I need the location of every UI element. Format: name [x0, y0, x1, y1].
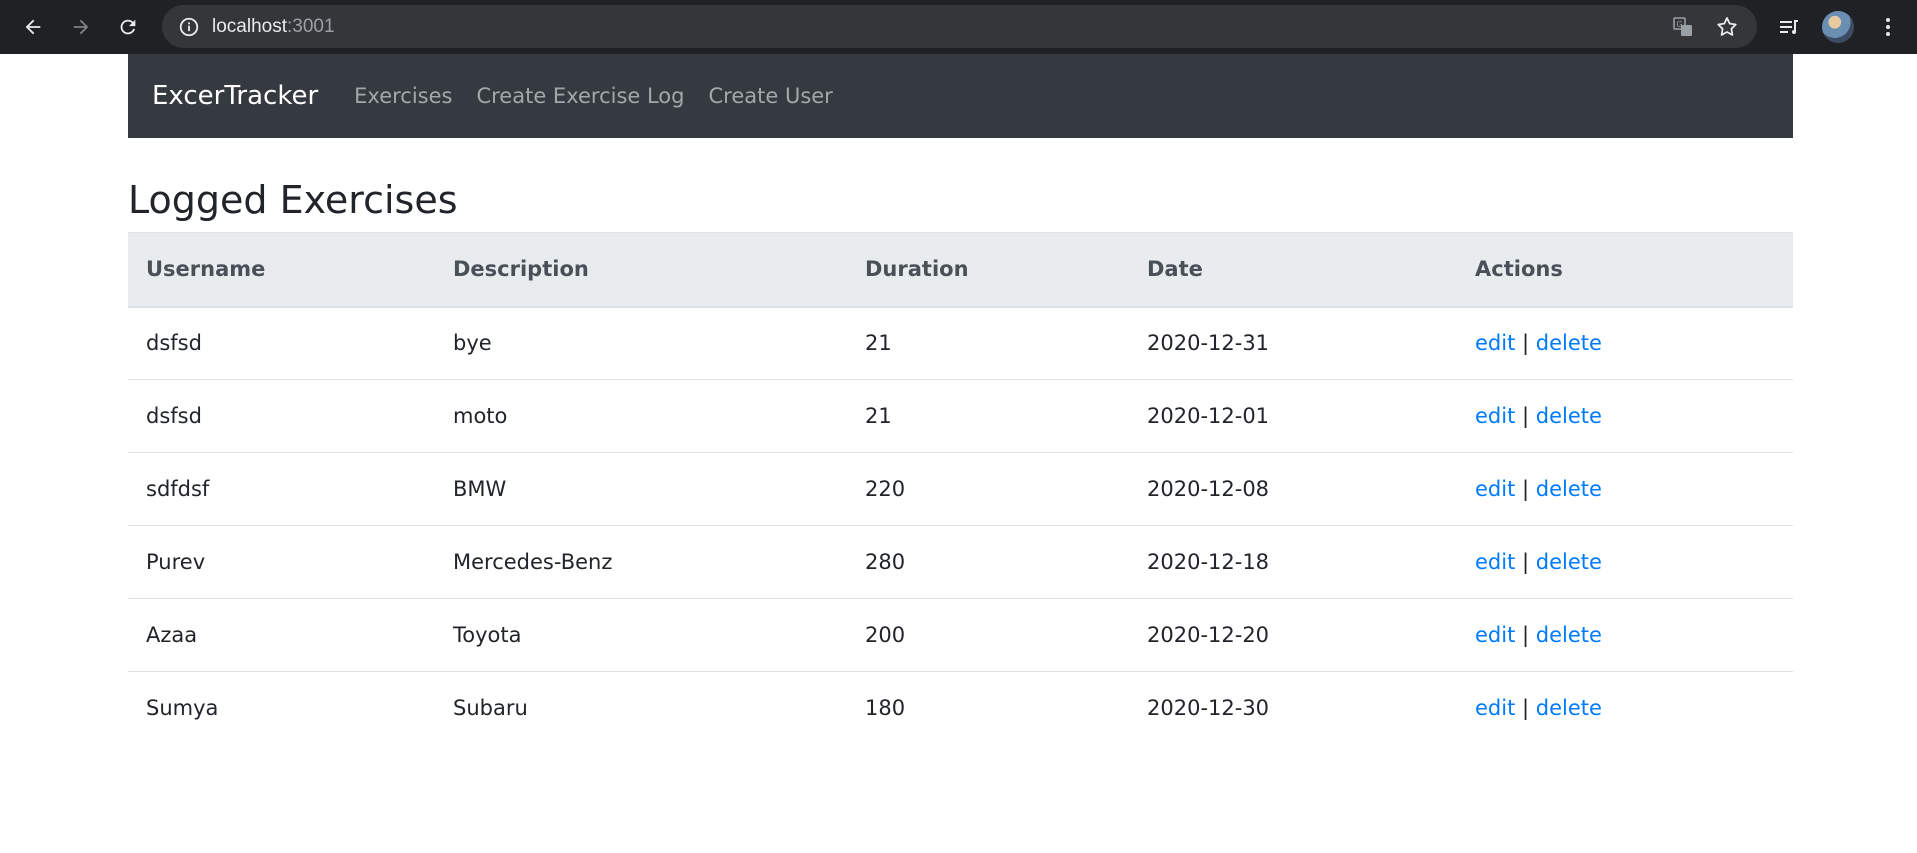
cell-username: Azaa [128, 598, 435, 672]
header-date: Date [1129, 232, 1457, 308]
cell-date: 2020-12-01 [1129, 379, 1457, 453]
cell-duration: 21 [865, 331, 892, 356]
table-body: dsfsd bye 21 2020-12-31 edit | delete ds… [128, 307, 1793, 745]
delete-link[interactable]: delete [1536, 477, 1602, 501]
header-username: Username [128, 232, 435, 308]
action-separator: | [1522, 696, 1530, 721]
cell-date: 2020-12-08 [1129, 452, 1457, 526]
table-row: dsfsd moto 21 2020-12-01 edit | delete [128, 379, 1793, 453]
app-container: ExcerTracker Exercises Create Exercise L… [128, 54, 1793, 745]
cell-duration: 200 [847, 598, 1129, 672]
cell-duration: 280 [847, 525, 1129, 599]
cell-description: moto [435, 379, 847, 453]
reload-icon[interactable] [111, 10, 145, 44]
cell-username: dsfsd [146, 331, 202, 356]
cell-actions: edit | delete [1457, 379, 1793, 453]
avatar [1822, 11, 1854, 43]
svg-text:G: G [1676, 20, 1682, 29]
delete-link[interactable]: delete [1536, 623, 1602, 647]
cell-actions: edit | delete [1457, 525, 1793, 599]
cell-duration: 220 [847, 452, 1129, 526]
cell-actions: edit | delete [1457, 452, 1793, 526]
cell-description: Subaru [435, 671, 847, 745]
page-title: Logged Exercises [128, 178, 458, 222]
delete-link[interactable]: delete [1536, 550, 1602, 574]
action-separator: | [1522, 623, 1530, 647]
cell-date: 2020-12-30 [1129, 671, 1457, 745]
edit-link[interactable]: edit [1475, 623, 1515, 647]
url-port: :3001 [287, 16, 335, 37]
cell-username: Purev [128, 525, 435, 599]
cell-description: Mercedes-Benz [435, 525, 847, 599]
edit-link[interactable]: edit [1475, 550, 1515, 574]
cell-description: BMW [435, 452, 847, 526]
url-text[interactable]: localhost:3001 [212, 5, 335, 48]
cell-date: 2020-12-31 [1147, 331, 1270, 356]
info-icon[interactable] [178, 16, 200, 38]
delete-link[interactable]: delete [1536, 696, 1602, 720]
cell-username: dsfsd [128, 379, 435, 453]
header-duration: Duration [847, 232, 1129, 308]
edit-link[interactable]: edit [1475, 477, 1515, 501]
cell-username: Sumya [128, 671, 435, 745]
header-actions: Actions [1457, 232, 1793, 308]
table-row: Sumya Subaru 180 2020-12-30 edit | delet… [128, 671, 1793, 745]
cell-description: bye [453, 331, 492, 356]
more-icon[interactable] [1871, 10, 1905, 44]
table-row: sdfdsf BMW 220 2020-12-08 edit | delete [128, 452, 1793, 526]
table-row: Azaa Toyota 200 2020-12-20 edit | delete [128, 598, 1793, 672]
nav-link-exercises[interactable]: Exercises [354, 84, 452, 108]
url-host: localhost [212, 16, 287, 37]
nav-link-create-exercise-log[interactable]: Create Exercise Log [476, 84, 684, 108]
cell-duration: 21 [847, 379, 1129, 453]
cell-actions: edit | delete [1457, 671, 1793, 745]
cell-description: Toyota [435, 598, 847, 672]
edit-link[interactable]: edit [1475, 696, 1515, 720]
delete-link[interactable]: delete [1536, 404, 1602, 428]
star-icon[interactable] [1715, 15, 1739, 39]
action-separator: | [1522, 404, 1530, 428]
exercises-table: Username Description Duration Date Actio… [128, 232, 1793, 745]
navbar: ExcerTracker Exercises Create Exercise L… [128, 54, 1793, 138]
back-icon[interactable] [16, 10, 50, 44]
address-bar[interactable]: localhost:3001 G [162, 5, 1757, 48]
cell-actions: edit | delete [1457, 598, 1793, 672]
action-separator: | [1522, 477, 1530, 501]
table-row: dsfsd bye 21 2020-12-31 edit | delete [128, 307, 1793, 380]
edit-link[interactable]: edit [1475, 404, 1515, 428]
action-separator: | [1522, 331, 1530, 356]
reading-list-icon[interactable] [1772, 10, 1806, 44]
browser-toolbar: localhost:3001 G [0, 0, 1917, 54]
cell-actions: edit | delete [1457, 307, 1793, 380]
edit-link[interactable]: edit [1475, 331, 1515, 355]
cell-date: 2020-12-18 [1129, 525, 1457, 599]
delete-link[interactable]: delete [1536, 331, 1602, 355]
cell-date: 2020-12-20 [1129, 598, 1457, 672]
header-description: Description [435, 232, 847, 308]
profile-avatar[interactable] [1821, 10, 1855, 44]
table-row: Purev Mercedes-Benz 280 2020-12-18 edit … [128, 525, 1793, 599]
table-header: Username Description Duration Date Actio… [128, 232, 1793, 308]
brand-link[interactable]: ExcerTracker [152, 81, 318, 111]
forward-icon[interactable] [64, 10, 98, 44]
nav-link-create-user[interactable]: Create User [709, 84, 833, 108]
action-separator: | [1522, 550, 1530, 574]
translate-icon[interactable]: G [1671, 15, 1695, 39]
cell-duration: 180 [847, 671, 1129, 745]
cell-username: sdfdsf [128, 452, 435, 526]
